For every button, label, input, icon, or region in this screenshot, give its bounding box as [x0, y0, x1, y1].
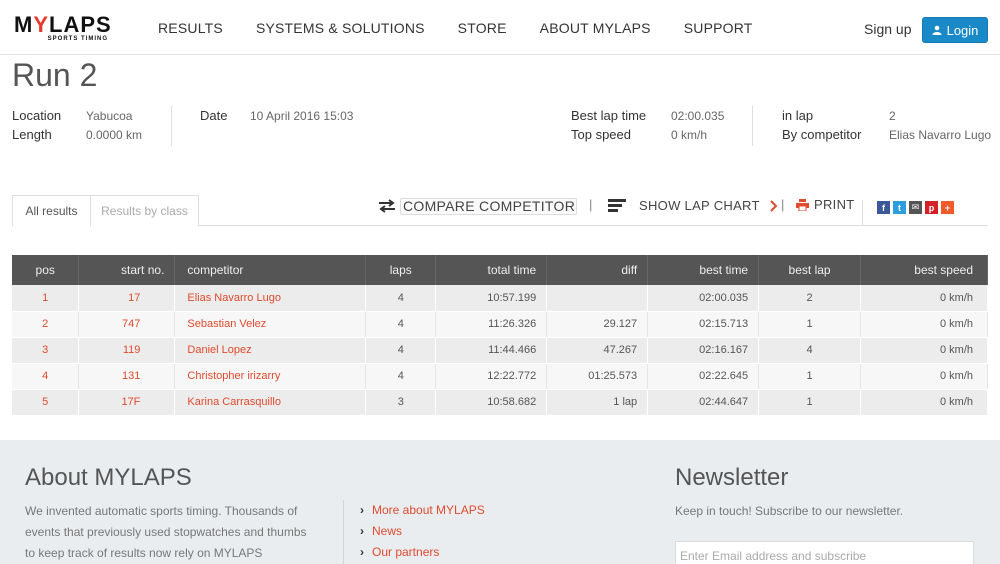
- by-competitor-label: By competitor: [782, 127, 862, 142]
- nav-about-mylaps[interactable]: ABOUT MYLAPS: [540, 20, 651, 36]
- competitor-link[interactable]: Karina Carrasquillo: [174, 389, 367, 416]
- chevron-right-icon: [770, 199, 778, 212]
- nav-support[interactable]: SUPPORT: [684, 20, 753, 36]
- col-start-no[interactable]: start no.: [78, 255, 176, 285]
- about-title: About MYLAPS: [25, 464, 192, 491]
- about-text: We invented automatic sports timing. Tho…: [25, 504, 307, 560]
- chevron-right-icon: ›: [360, 524, 364, 538]
- info-divider: [171, 106, 172, 146]
- social-share-bar: f t ✉ p +: [877, 201, 957, 214]
- site-header: MYLAPS SPORTS TIMING RESULTS SYSTEMS & S…: [0, 0, 1000, 55]
- toolbar-divider: [862, 200, 863, 225]
- table-row[interactable]: 3 119 Daniel Lopez 4 11:44.466 47.267 02…: [12, 337, 988, 364]
- competitor-link[interactable]: Daniel Lopez: [174, 337, 367, 364]
- footer-links: › More about MYLAPS › News › Our partners: [360, 500, 485, 563]
- link-more-about-mylaps[interactable]: › More about MYLAPS: [360, 500, 485, 521]
- printer-icon: [796, 198, 809, 211]
- col-pos[interactable]: pos: [12, 255, 80, 285]
- in-lap-value: 2: [889, 109, 896, 123]
- chevron-right-icon: ›: [360, 545, 364, 559]
- footer-divider: [343, 500, 344, 564]
- date-value: 10 April 2016 15:03: [250, 109, 354, 123]
- main-nav: RESULTS SYSTEMS & SOLUTIONS STORE ABOUT …: [158, 20, 786, 36]
- table-row[interactable]: 1 17 Elias Navarro Lugo 4 10:57.199 02:0…: [12, 285, 988, 312]
- tab-divider-line: [199, 225, 988, 226]
- compare-competitor-button[interactable]: COMPARE COMPETITOR: [377, 198, 575, 214]
- print-button[interactable]: PRINT: [796, 197, 855, 212]
- bar-chart-icon: [608, 198, 626, 212]
- table-header-row: pos start no. competitor laps total time…: [12, 255, 988, 285]
- signup-link[interactable]: Sign up: [864, 21, 911, 37]
- link-our-partners[interactable]: › Our partners: [360, 542, 485, 563]
- link-news[interactable]: › News: [360, 521, 485, 542]
- toolbar-separator: |: [589, 197, 593, 212]
- chevron-right-icon: ›: [360, 503, 364, 517]
- tab-results-by-class[interactable]: Results by class: [91, 195, 199, 226]
- site-footer: About MYLAPS We invented automatic sport…: [0, 440, 1000, 564]
- by-competitor-value: Elias Navarro Lugo: [889, 128, 992, 142]
- in-lap-label: in lap: [782, 108, 814, 123]
- tab-all-results[interactable]: All results: [12, 195, 91, 226]
- twitter-icon[interactable]: t: [893, 201, 906, 214]
- competitor-link[interactable]: Elias Navarro Lugo: [174, 285, 367, 312]
- login-button[interactable]: Login: [922, 17, 988, 43]
- pinterest-icon[interactable]: p: [925, 201, 938, 214]
- swap-arrows-icon: [379, 199, 395, 213]
- nav-results[interactable]: RESULTS: [158, 20, 223, 36]
- facebook-icon[interactable]: f: [877, 201, 890, 214]
- best-lap-value: 02:00.035: [671, 109, 725, 123]
- location-value: Yabucoa: [86, 109, 133, 123]
- table-row[interactable]: 4 131 Christopher irizarry 4 12:22.772 0…: [12, 363, 988, 390]
- plus-icon[interactable]: +: [941, 201, 954, 214]
- length-value: 0.0000 km: [86, 128, 143, 142]
- table-row[interactable]: 2 747 Sebastian Velez 4 11:26.326 29.127…: [12, 311, 988, 338]
- top-speed-value: 0 km/h: [671, 128, 708, 142]
- best-lap-label: Best lap time: [571, 108, 647, 123]
- user-icon: [932, 25, 942, 35]
- col-total-time[interactable]: total time: [435, 255, 548, 285]
- mylaps-logo[interactable]: MYLAPS SPORTS TIMING: [14, 14, 114, 43]
- col-best-time[interactable]: best time: [647, 255, 760, 285]
- email-icon[interactable]: ✉: [909, 201, 922, 214]
- show-lap-chart-button[interactable]: SHOW LAP CHART: [608, 198, 778, 213]
- info-divider: [752, 106, 753, 146]
- location-label: Location: [12, 108, 62, 123]
- table-row[interactable]: 5 17F Karina Carrasquillo 3 10:58.682 1 …: [12, 389, 988, 416]
- results-table: pos start no. competitor laps total time…: [12, 255, 988, 416]
- col-best-speed[interactable]: best speed: [860, 255, 988, 285]
- page-title: Run 2: [12, 57, 98, 93]
- date-label: Date: [200, 108, 228, 123]
- competitor-link[interactable]: Christopher irizarry: [174, 363, 367, 390]
- col-laps[interactable]: laps: [365, 255, 437, 285]
- top-speed-label: Top speed: [571, 127, 631, 142]
- col-diff[interactable]: diff: [546, 255, 649, 285]
- length-label: Length: [12, 127, 52, 142]
- newsletter-title: Newsletter: [675, 464, 789, 491]
- col-best-lap[interactable]: best lap: [758, 255, 862, 285]
- nav-systems-solutions[interactable]: SYSTEMS & SOLUTIONS: [256, 20, 425, 36]
- newsletter-text: Keep in touch! Subscribe to our newslett…: [675, 504, 904, 518]
- competitor-link[interactable]: Sebastian Velez: [174, 311, 367, 338]
- col-competitor[interactable]: competitor: [174, 255, 367, 285]
- toolbar-separator: |: [781, 197, 785, 212]
- newsletter-email-input[interactable]: [675, 541, 974, 564]
- nav-store[interactable]: STORE: [458, 20, 507, 36]
